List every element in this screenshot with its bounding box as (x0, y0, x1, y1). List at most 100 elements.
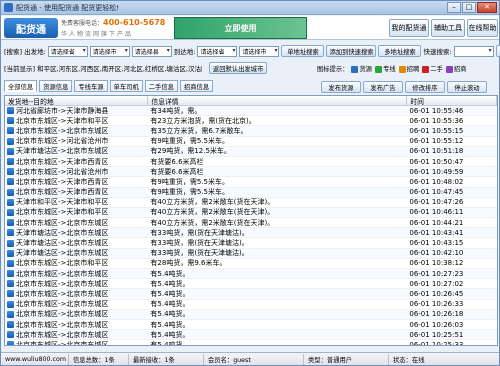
legend-item-invest[interactable]: 招商 (445, 64, 466, 73)
detail-cell: 有40立方米货，需2米敞车(货在天津)。 (150, 218, 275, 227)
col-time-header[interactable]: 时间 (407, 96, 497, 106)
table-row[interactable]: 天津市塘沽区->北京市东城区 有33吨货，需(货在天津塘沽)。 06-01 10:4… (5, 228, 497, 239)
table-row[interactable]: 天津市塘沽区->北京市东城区 有33吨货，需(货在天津塘沽)。 06-01 10:4… (5, 248, 497, 259)
title-bar: 配货通 - 使用配货通 配货更轻松! – □ ✕ (1, 1, 499, 15)
route-cell: 北京市东城区->北京市东城区 (16, 279, 109, 288)
route-cell: 北京市东城区->北京市东城区 (16, 310, 109, 319)
time-cell: 06-01 10:26:03 (409, 320, 464, 329)
legend-item-recruit[interactable]: 招聘 (398, 64, 419, 73)
quick-search-select[interactable] (453, 45, 494, 57)
publish-cargo-button[interactable]: 发布货源 (321, 81, 361, 93)
route-cell: 天津市和平区->天津市和平区 (16, 198, 109, 207)
minimize-button[interactable]: – (447, 2, 461, 13)
route-cell: 北京市东城区->北京市东城区 (16, 126, 109, 135)
table-row[interactable]: 天津市塘沽区->北京市东城区 有33吨货，需(货在天津塘沽)。 06-01 10:4… (5, 238, 497, 249)
table-row[interactable]: 北京市东城区->北京市东城区 有35立方米货，需6.7米敞车。 06-01 10:5… (5, 126, 497, 137)
table-row[interactable]: 北京市东城区->天津市和平区 有40立方米货，需2米敞车(货在天津)。 06-01 … (5, 207, 497, 219)
time-cell: 06-01 10:43:41 (409, 228, 464, 237)
table-row[interactable]: 北京市东城区->北京市东城区 有5.4吨货。 06-01 10:25:33 (5, 340, 497, 346)
time-cell: 06-01 10:46:11 (409, 208, 464, 217)
stop-scroll-button[interactable]: 停止滚动 (447, 81, 487, 93)
table-row[interactable]: 北京市东城区->北京市和平区 有28吨货，需9.6米车。 06-01 10:38:1… (5, 259, 497, 269)
my-account-button[interactable]: 我的配货通 (389, 19, 429, 37)
time-cell: 06-01 10:27:23 (409, 269, 464, 278)
close-button[interactable]: ✕ (477, 2, 497, 13)
from-county-select[interactable]: 请选择县 (131, 45, 172, 57)
legend-item-cargo[interactable]: 货源 (351, 64, 372, 73)
route-cell: 北京市东城区->北京市东城区 (16, 218, 109, 227)
time-cell: 06-01 10:25:51 (409, 330, 464, 339)
table-row[interactable]: 北京市东城区->北京市东城区 有5.4吨货。 06-01 10:27:23 (5, 269, 497, 280)
route-cell: 北京市东城区->北京市和平区 (16, 259, 109, 268)
publish-ad-button[interactable]: 发布广告 (363, 81, 403, 93)
hotline-number: 400-610-5678 (103, 18, 166, 27)
to-city-select[interactable]: 请选择市 (239, 45, 280, 57)
tab-driver[interactable]: 单车司机 (109, 80, 143, 92)
cargo-icon (7, 331, 14, 339)
tools-button[interactable]: 辅助工具 (431, 19, 465, 37)
change-sort-button[interactable]: 修改排序 (405, 81, 445, 93)
detail-cell: 有34吨货，需。 (150, 106, 202, 115)
reset-city-button[interactable]: 返回默认出发城市 (209, 62, 268, 74)
cargo-icon (7, 147, 14, 155)
window-title: 配货通 - 使用配货通 配货更轻松! (16, 3, 120, 12)
cargo-icon (7, 107, 14, 115)
slogan: 华人物流网旗下产品 (61, 31, 134, 38)
table-row[interactable]: 北京市东城区->北京市东城区 有5.4吨货。 06-01 10:27:02 (5, 279, 497, 290)
action-buttons: 发布货源 发布广告 修改排序 停止滚动 (321, 80, 487, 94)
search-label: [搜索] (4, 48, 23, 56)
detail-cell: 有40立方米货，需2米敞车(货在天津)。 (150, 208, 275, 217)
to-province-select[interactable]: 请选择省 (197, 45, 238, 57)
multi-search-button[interactable]: 多地址搜索 (378, 45, 422, 57)
ad-banner[interactable]: 立即使用 (174, 17, 307, 39)
table-row[interactable]: 北京市东城区->天津市西青区 有9吨重货，需5.5米车。 06-01 10:48:0… (5, 177, 497, 188)
table-row[interactable]: 北京市东城区->北京市东城区 有5.4吨货。 06-01 10:26:18 (5, 309, 497, 320)
route-cell: 北京市东城区->北京市东城区 (16, 340, 109, 346)
detail-cell: 有40立方米货，需2米敞车(货在天津)。 (150, 198, 275, 207)
grid-body: 河北省廊坊市->天津市静海县 有34吨货，需。 06-01 10:55:46 北京市东… (5, 106, 497, 346)
col-route-header[interactable]: 发货地--目的地 (5, 96, 149, 106)
detail-cell: 有9吨重货，需5.5米车。 (150, 177, 229, 186)
cargo-icon (7, 280, 14, 288)
legend-item-line[interactable]: 专线 (375, 64, 396, 73)
table-row[interactable]: 北京市东城区->北京市东城区 有5.4吨货。 06-01 10:26:45 (5, 289, 497, 300)
table-row[interactable]: 北京市东城区->天津市西青区 有货要6.6米高栏 06-01 10:50:47 (5, 157, 497, 168)
cargo-icon (7, 259, 14, 267)
tab-all[interactable]: 全部信息 (4, 80, 38, 92)
from-province-select[interactable]: 请选择省 (47, 45, 88, 57)
quick-search-button[interactable]: 搜索 (495, 45, 500, 57)
tab-invest[interactable]: 招商信息 (179, 80, 214, 92)
tab-line[interactable]: 专线车源 (74, 80, 108, 92)
time-cell: 06-01 10:26:18 (409, 310, 464, 319)
route-cell: 北京市东城区->河北省沧州市 (16, 167, 109, 176)
route-cell: 天津市塘沽区->北京市东城区 (16, 228, 109, 237)
col-detail-header[interactable]: 信息详情 (148, 96, 408, 106)
tab-cargo[interactable]: 货源信息 (39, 80, 73, 92)
from-city-select[interactable]: 请选择市 (89, 45, 130, 57)
table-row[interactable]: 河北省廊坊市->天津市静海县 有34吨货，需。 06-01 10:55:46 (5, 106, 497, 117)
route-cell: 北京市东城区->北京市东城区 (16, 320, 109, 329)
legend-item-used[interactable]: 二手 (422, 64, 443, 73)
route-cell: 天津市塘沽区->北京市东城区 (16, 249, 109, 258)
maximize-button[interactable]: □ (462, 2, 476, 13)
route-cell: 北京市东城区->天津市和平区 (16, 208, 109, 217)
table-row[interactable]: 北京市东城区->北京市东城区 有5.4吨货。 06-01 10:26:33 (5, 300, 497, 310)
time-cell: 06-01 10:38:12 (409, 259, 464, 268)
table-row[interactable]: 北京市东城区->北京市东城区 有5.4吨货。 06-01 10:26:03 (5, 320, 497, 331)
cargo-icon (7, 310, 14, 318)
add-quick-search-button[interactable]: 添加到快速搜索 (326, 45, 377, 57)
table-row[interactable]: 北京市东城区->天津市西青区 有9吨重货，需5.5米车。 06-01 10:47:4… (5, 187, 497, 198)
time-cell: 06-01 10:48:02 (409, 177, 464, 186)
table-row[interactable]: 北京市东城区->北京市东城区 有40立方米货，需2米敞车(货在天津)。 06-01 … (5, 218, 497, 229)
table-row[interactable]: 北京市东城区->河北省沧州市 有货要6.6米高栏 06-01 10:49:59 (5, 167, 497, 178)
cargo-icon (7, 168, 14, 176)
table-row[interactable]: 天津市和平区->天津市和平区 有40立方米货，需2米敞车(货在天津)。 06-01 … (5, 198, 497, 208)
table-row[interactable]: 北京市东城区->北京市东城区 有5.4吨货。 06-01 10:25:51 (5, 330, 497, 341)
tab-used[interactable]: 二手信息 (144, 80, 178, 92)
table-row[interactable]: 北京市东城区->天津市和平区 有23立方米泡货，需(货在北京)。 06-01 10:… (5, 116, 497, 127)
single-search-button[interactable]: 单地址搜索 (281, 45, 325, 57)
table-row[interactable]: 天津市塘沽区->北京市东城区 有29吨货，需12.5米车。 06-01 10:51:… (5, 146, 497, 157)
help-button[interactable]: 在线帮助 (467, 19, 498, 37)
member-name: 会员名：guest (204, 353, 304, 365)
table-row[interactable]: 北京市东城区->河北省沧州市 有9吨重货，需5.5米车。 06-01 10:55:1… (5, 137, 497, 147)
